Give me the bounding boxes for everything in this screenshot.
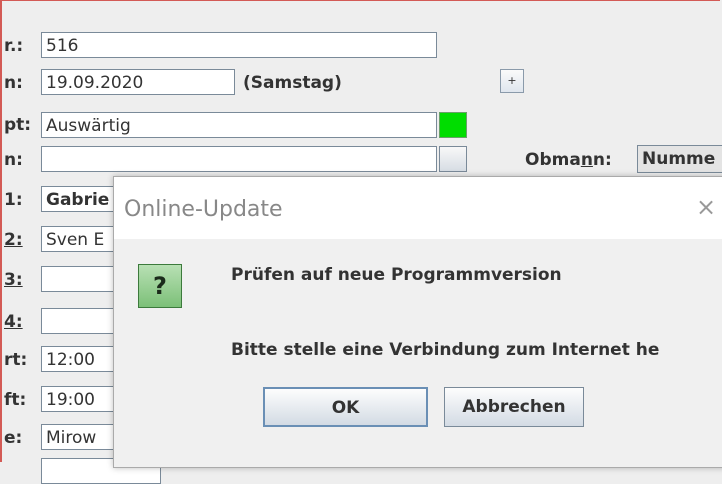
label-player-3: 3:: [4, 270, 23, 290]
close-icon[interactable]: ×: [696, 193, 716, 221]
location-type-field[interactable]: Auswärtig: [41, 112, 437, 138]
picker-button[interactable]: [439, 146, 467, 172]
obmann-field[interactable]: Numme: [637, 145, 722, 173]
label-player-4: 4:: [4, 312, 23, 332]
cancel-button[interactable]: Abbrechen: [444, 387, 584, 427]
label-gegner: n:: [4, 150, 23, 170]
label-player-2: 2:: [4, 230, 23, 250]
question-icon: ?: [138, 264, 182, 308]
weekday-text: (Samstag): [243, 73, 342, 93]
label-spielort: pt:: [4, 115, 32, 135]
label-treff: ft:: [4, 390, 27, 410]
label-nr: r.:: [4, 36, 24, 56]
online-update-dialog: Online-Update × ? Prüfen auf neue Progra…: [113, 176, 722, 468]
dialog-titlebar[interactable]: Online-Update ×: [114, 177, 722, 239]
obmann-label: Obmann:: [525, 150, 612, 170]
opponent-field[interactable]: [41, 146, 437, 172]
dialog-message-title: Prüfen auf neue Programmversion: [231, 265, 562, 285]
nr-field[interactable]: 516: [41, 32, 437, 58]
add-button[interactable]: +: [500, 69, 524, 93]
dialog-message-body: Bitte stelle eine Verbindung zum Interne…: [231, 340, 660, 360]
label-start: rt:: [4, 350, 28, 370]
date-field[interactable]: 19.09.2020: [41, 69, 235, 95]
label-player-1: 1:: [4, 190, 23, 210]
dialog-title: Online-Update: [124, 197, 283, 222]
ok-button[interactable]: OK: [263, 387, 428, 427]
label-ort: e:: [4, 428, 23, 448]
label-datum: n:: [4, 73, 23, 93]
status-indicator: [439, 112, 467, 138]
